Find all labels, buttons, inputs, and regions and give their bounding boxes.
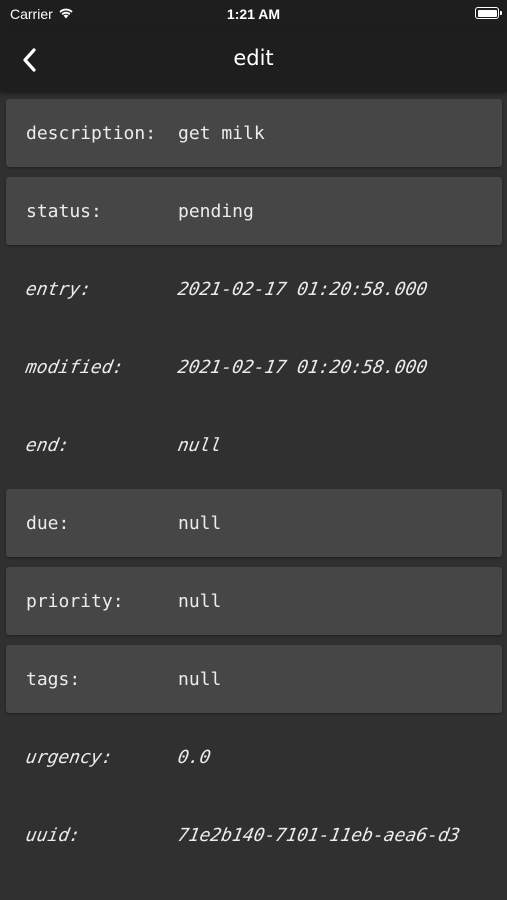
field-value: null <box>178 512 222 534</box>
field-row-urgency: urgency: 0.0 <box>6 723 502 791</box>
field-row-description[interactable]: description: get milk <box>6 99 502 167</box>
field-label: due: <box>26 512 70 534</box>
field-row-modified: modified: 2021-02-17 01:20:58.000 <box>6 333 502 401</box>
battery-icon <box>475 7 502 19</box>
field-label: end: <box>24 434 72 456</box>
field-label: priority: <box>26 590 124 612</box>
field-row-priority[interactable]: priority: null <box>6 567 502 635</box>
field-row-uuid: uuid: 71e2b140-7101-11eb-aea6-d3 <box>6 801 502 869</box>
status-bar: Carrier 1:21 AM <box>0 0 507 28</box>
field-value: get milk <box>178 122 265 144</box>
navigation-bar: edit <box>0 28 507 92</box>
field-label: entry: <box>24 278 93 300</box>
field-label: urgency: <box>24 746 115 768</box>
field-label: uuid: <box>24 824 83 846</box>
page-title: edit <box>233 46 274 70</box>
field-value: null <box>178 590 222 612</box>
field-label: description: <box>26 122 157 144</box>
field-label: status: <box>26 200 102 222</box>
field-row-end: end: null <box>6 411 502 479</box>
field-list: description: get milk status: pending en… <box>6 99 502 879</box>
field-row-entry: entry: 2021-02-17 01:20:58.000 <box>6 255 502 323</box>
field-value: null <box>176 434 224 456</box>
field-label: modified: <box>24 356 126 378</box>
field-value: 0.0 <box>176 746 213 768</box>
field-value: 2021-02-17 01:20:58.000 <box>176 356 430 378</box>
field-row-due[interactable]: due: null <box>6 489 502 557</box>
field-label: tags: <box>26 668 81 690</box>
field-value: null <box>178 668 222 690</box>
field-value: pending <box>178 200 254 222</box>
field-row-status[interactable]: status: pending <box>6 177 502 245</box>
field-value: 71e2b140-7101-11eb-aea6-d3 <box>176 824 462 846</box>
status-time: 1:21 AM <box>226 6 281 22</box>
field-row-tags[interactable]: tags: null <box>6 645 502 713</box>
field-value: 2021-02-17 01:20:58.000 <box>176 278 430 300</box>
